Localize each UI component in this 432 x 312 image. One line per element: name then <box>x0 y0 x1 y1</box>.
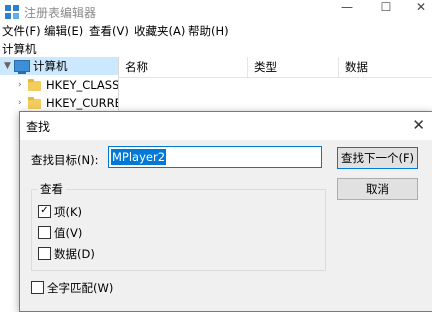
minimize-icon: — <box>341 0 353 14</box>
match-whole-string[interactable]: 全字匹配(W) <box>31 280 113 296</box>
address-path: 计算机 <box>2 42 37 56</box>
option-data[interactable]: 数据(D) <box>38 246 95 262</box>
match-whole-label: 全字匹配(W) <box>47 281 114 295</box>
tree-item-label: HKEY_CURREN <box>46 96 118 110</box>
menu-help[interactable]: 帮助(H) <box>188 22 229 40</box>
find-next-button[interactable]: 查找下一个(F) <box>337 147 418 169</box>
close-icon: ✕ <box>415 0 427 14</box>
dialog-title-bar[interactable]: 查找 ✕ <box>20 112 432 140</box>
minimize-button[interactable]: — <box>330 0 364 24</box>
title-bar: 注册表编辑器 — ☐ ✕ <box>0 0 432 24</box>
checkbox-checked-icon[interactable]: ✓ <box>38 205 51 218</box>
registry-editor-icon <box>5 5 19 19</box>
tree-item-label: 计算机 <box>33 59 68 73</box>
window-title: 注册表编辑器 <box>24 6 97 20</box>
list-header: 名称 类型 数据 <box>119 57 432 78</box>
column-name[interactable]: 名称 <box>119 57 248 77</box>
look-at-group: 查看 ✓ 项(K) 值(V) 数据(D) <box>31 181 326 271</box>
collapse-arrow-icon[interactable]: › <box>18 76 22 94</box>
folder-icon <box>28 97 41 109</box>
menu-favorites[interactable]: 收藏夹(A) <box>134 22 185 40</box>
cancel-button[interactable]: 取消 <box>337 178 418 200</box>
option-values-label: 值(V) <box>54 226 83 240</box>
dialog-title: 查找 <box>26 120 51 134</box>
checkbox-icon[interactable] <box>31 281 44 294</box>
column-data[interactable]: 数据 <box>339 57 425 77</box>
option-keys-label: 项(K) <box>54 205 83 219</box>
menu-bar: 文件(F) 编辑(E) 查看(V) 收藏夹(A) 帮助(H) <box>0 22 432 40</box>
folder-icon <box>28 79 41 91</box>
menu-file[interactable]: 文件(F) <box>2 22 41 40</box>
close-button[interactable]: ✕ <box>404 0 432 24</box>
checkbox-icon[interactable] <box>38 247 51 260</box>
find-dialog: 查找 ✕ 查找目标(N): MPlayer2 查找下一个(F) 取消 查看 ✓ 项… <box>19 111 432 312</box>
address-bar[interactable]: 计算机 <box>0 41 432 58</box>
computer-icon <box>14 60 30 74</box>
maximize-icon: ☐ <box>380 0 392 14</box>
column-type[interactable]: 类型 <box>248 57 339 77</box>
collapse-arrow-icon[interactable]: › <box>18 94 22 112</box>
maximize-button[interactable]: ☐ <box>369 0 403 24</box>
option-data-label: 数据(D) <box>54 247 95 261</box>
dialog-close-icon[interactable]: ✕ <box>412 116 425 134</box>
menu-edit[interactable]: 编辑(E) <box>44 22 83 40</box>
option-keys[interactable]: ✓ 项(K) <box>38 204 82 220</box>
find-target-label: 查找目标(N): <box>31 153 99 167</box>
look-at-label: 查看 <box>37 181 66 197</box>
tree-item-label: HKEY_CLASSES <box>46 78 119 92</box>
option-values[interactable]: 值(V) <box>38 225 82 241</box>
tree-item-hkey-current[interactable]: › HKEY_CURREN <box>0 94 118 112</box>
find-target-value: MPlayer2 <box>111 149 167 165</box>
menu-view[interactable]: 查看(V) <box>89 22 129 40</box>
tree-item-hkey-classes[interactable]: › HKEY_CLASSES <box>0 76 118 94</box>
tree-item-computer[interactable]: ▼ 计算机 <box>0 57 118 75</box>
expand-arrow-icon[interactable]: ▼ <box>4 57 11 75</box>
checkbox-icon[interactable] <box>38 226 51 239</box>
find-target-input[interactable]: MPlayer2 <box>108 146 322 168</box>
